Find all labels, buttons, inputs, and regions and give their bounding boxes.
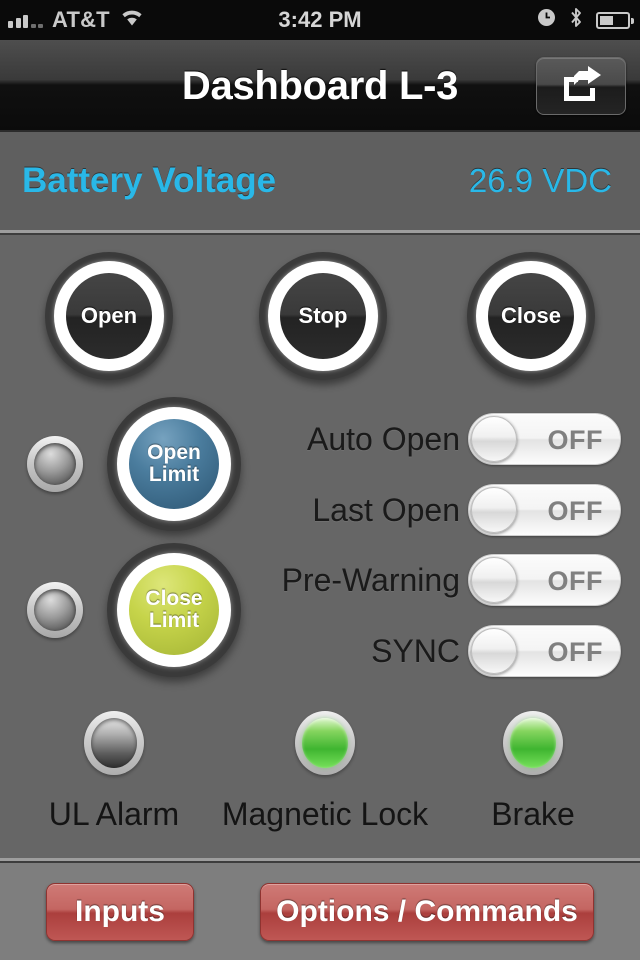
battery-voltage-label: Battery Voltage [22, 161, 277, 200]
battery-voltage-value: 26.9 VDC [468, 162, 612, 199]
toggle-state-auto-open: OFF [547, 424, 603, 455]
battery-voltage-row: Battery Voltage 26.9 VDC [0, 132, 640, 230]
stop-button-face: Stop [280, 273, 366, 359]
main-panel: Open Stop Close Open Limit Close Limit A… [0, 235, 640, 858]
toggle-knob-pre-warning[interactable] [471, 557, 517, 603]
toggle-knob-last-open[interactable] [471, 487, 517, 533]
status-bar-clock: 3:42 PM [278, 7, 362, 32]
toggle-sync[interactable]: OFF [468, 625, 621, 677]
toggle-label-pre-warning: Pre-Warning [281, 561, 460, 598]
title-bar: Dashboard L-3 [0, 40, 640, 132]
toggle-label-auto-open: Auto Open [307, 420, 460, 457]
toggle-knob-sync[interactable] [471, 628, 517, 674]
options-commands-button[interactable]: Options / Commands [260, 883, 594, 941]
alarm-clock-icon [537, 8, 556, 32]
battery-icon [596, 11, 634, 29]
toggle-row-pre-warning: Pre-Warning OFF [0, 554, 640, 606]
brake-led [503, 711, 563, 775]
toggle-row-last-open: Last Open OFF [0, 484, 640, 536]
toggle-pre-warning[interactable]: OFF [468, 554, 621, 606]
toggle-last-open[interactable]: OFF [468, 484, 621, 536]
status-bar-right [537, 0, 634, 40]
status-led-group-magnetic-lock: Magnetic Lock [220, 711, 430, 833]
footer-toolbar: Inputs Options / Commands [0, 863, 640, 960]
stop-button[interactable]: Stop [259, 252, 387, 380]
toggle-label-last-open: Last Open [312, 491, 460, 528]
ul-alarm-label: UL Alarm [48, 796, 180, 832]
toggle-state-last-open: OFF [547, 495, 603, 526]
brake-led-bulb [510, 718, 556, 768]
share-button[interactable] [536, 57, 626, 115]
toggle-state-sync: OFF [547, 636, 603, 667]
toggle-auto-open[interactable]: OFF [468, 413, 621, 465]
close-button-label: Close [501, 303, 561, 328]
magnetic-lock-led [295, 711, 355, 775]
toggle-knob-auto-open[interactable] [471, 416, 517, 462]
bluetooth-icon [569, 7, 583, 33]
inputs-button[interactable]: Inputs [46, 883, 194, 941]
status-led-group-ul-alarm: UL Alarm [9, 711, 219, 833]
close-button[interactable]: Close [467, 252, 595, 380]
close-button-face: Close [488, 273, 574, 359]
brake-label: Brake [491, 796, 575, 832]
status-led-group-brake: Brake [428, 711, 638, 833]
status-bar: AT&T 3:42 PM [0, 0, 640, 40]
ul-alarm-led-bulb [91, 718, 137, 768]
toggle-state-pre-warning: OFF [547, 565, 603, 596]
open-button-face: Open [66, 273, 152, 359]
toggle-row-auto-open: Auto Open OFF [0, 413, 640, 465]
ul-alarm-led [84, 711, 144, 775]
open-button-label: Open [80, 303, 138, 328]
toggle-row-sync: SYNC OFF [0, 625, 640, 677]
open-button[interactable]: Open [45, 252, 173, 380]
share-icon [560, 65, 602, 107]
toggle-label-sync: SYNC [371, 632, 460, 669]
magnetic-lock-led-bulb [302, 718, 348, 768]
magnetic-lock-label: Magnetic Lock [221, 796, 429, 832]
app-screen: AT&T 3:42 PM Dashboard L-3 Battery Volta… [0, 0, 640, 960]
stop-button-label: Stop [298, 303, 348, 328]
